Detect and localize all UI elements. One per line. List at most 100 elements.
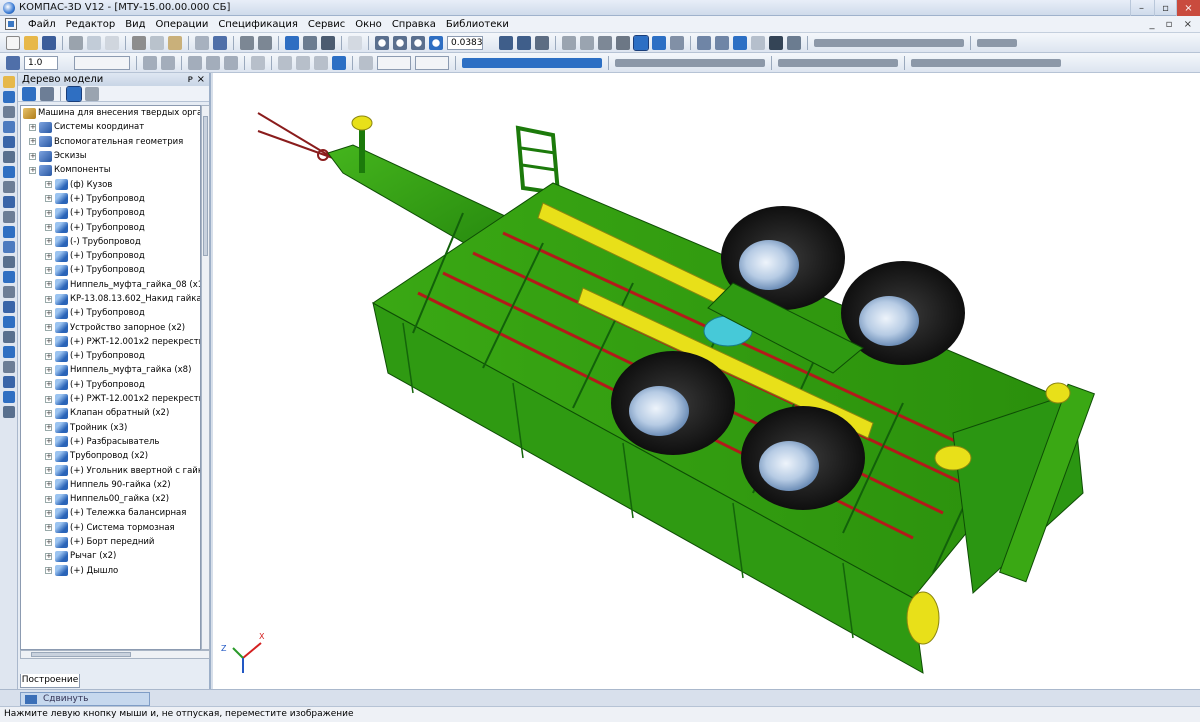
tree-section-item[interactable]: + Вспомогательная геометрия (21, 135, 200, 149)
help-pointer-icon[interactable] (348, 35, 362, 50)
close-button[interactable]: × (1176, 0, 1200, 16)
print-icon[interactable] (69, 35, 83, 50)
menu-operations[interactable]: Операции (150, 16, 213, 33)
tree-toggle-icon[interactable] (733, 35, 747, 50)
tree-component-item[interactable]: + Устройство запорное (х2) (21, 320, 200, 334)
gears-panel-icon[interactable] (3, 361, 15, 373)
zoom-in-icon[interactable] (393, 35, 407, 50)
no-hidden-icon[interactable] (616, 35, 630, 50)
line-width-input[interactable]: 1.0 (24, 55, 58, 70)
variables-icon[interactable] (303, 35, 317, 50)
tree-component-item[interactable]: + Ниппель_муфта_гайка (х8) (21, 363, 200, 377)
dimension-tools-icons[interactable] (778, 58, 898, 67)
expand-toggle-icon[interactable]: + (45, 438, 52, 446)
paste-icon[interactable] (168, 35, 182, 50)
tree-component-item[interactable]: + Ниппель 90-гайка (х2) (21, 478, 200, 492)
tree-component-item[interactable]: + (ф) Кузов (21, 177, 200, 191)
snap-toolbar-icons[interactable] (814, 38, 964, 47)
tree-component-item[interactable]: + (+) Трубопровод (21, 306, 200, 320)
hidden-lines-icon[interactable] (580, 35, 594, 50)
pipes-panel-icon[interactable] (3, 241, 15, 253)
tree-component-item[interactable]: + (+) Трубопровод (21, 378, 200, 392)
expand-toggle-icon[interactable]: + (29, 166, 36, 174)
tree-section-item[interactable]: + Эскизы (21, 149, 200, 163)
expand-toggle-icon[interactable]: + (45, 495, 52, 503)
tree-structure-icon[interactable] (22, 86, 36, 101)
section-icon[interactable] (751, 35, 765, 50)
expand-toggle-icon[interactable]: + (45, 324, 52, 332)
spec-panel-icon[interactable] (3, 181, 15, 193)
pin-icon[interactable]: ᴘ (188, 73, 193, 86)
tree-component-item[interactable]: + (+) Тележка балансирная (21, 506, 200, 520)
menu-service[interactable]: Сервис (303, 16, 350, 33)
zoom-input[interactable]: 0.0383 (447, 35, 483, 50)
menu-view[interactable]: Вид (120, 16, 150, 33)
state-icon[interactable] (161, 55, 175, 70)
tree-filter-icon[interactable] (66, 85, 82, 102)
clip-icon[interactable] (224, 55, 238, 70)
auxiliary-panel-icon[interactable] (3, 121, 15, 133)
document-icon[interactable] (5, 18, 17, 30)
line-width-dropdown-arrow-icon[interactable] (62, 56, 70, 70)
doc-window-controls[interactable]: _ ▫ × (1149, 16, 1196, 33)
tree-component-item[interactable]: + (+) РЖТ-12.001х2 перекрестие (21, 335, 200, 349)
tree-component-item[interactable]: + (+) Угольник ввертной с гайкс (21, 463, 200, 477)
expand-toggle-icon[interactable]: + (29, 138, 36, 146)
grid-icon[interactable] (251, 55, 265, 70)
tree-section-item[interactable]: + Компоненты (21, 163, 200, 177)
expand-toggle-icon[interactable]: + (45, 309, 52, 317)
filters-panel-icon[interactable] (3, 166, 15, 178)
shaded-edges-icon[interactable] (652, 35, 666, 50)
tree-settings-icon[interactable] (85, 86, 99, 101)
tree-component-item[interactable]: + Клапан обратный (х2) (21, 406, 200, 420)
tab-construction[interactable]: Построение (20, 674, 80, 688)
filter-icon[interactable] (697, 35, 711, 50)
edit-panel-icon[interactable] (3, 91, 15, 103)
edit-tools-icons[interactable] (911, 58, 1061, 67)
expand-toggle-icon[interactable]: + (45, 295, 52, 303)
expand-toggle-icon[interactable]: + (45, 538, 52, 546)
menu-help[interactable]: Справка (387, 16, 441, 33)
thin-hidden-icon[interactable] (598, 35, 612, 50)
tree-component-item[interactable]: + (+) Разбрасыватель (21, 435, 200, 449)
redo-icon[interactable] (258, 35, 272, 50)
shafts-panel-icon[interactable] (3, 346, 15, 358)
measure-panel-icon[interactable] (3, 151, 15, 163)
holes-panel-icon[interactable] (3, 316, 15, 328)
tree-component-item[interactable]: + (+) Трубопровод (21, 263, 200, 277)
curve-tools-icons[interactable] (615, 58, 765, 67)
tree-component-item[interactable]: + (+) Дышло (21, 564, 200, 578)
undo-icon[interactable] (240, 35, 254, 50)
expand-toggle-icon[interactable]: + (45, 281, 52, 289)
expand-toggle-icon[interactable]: + (45, 409, 52, 417)
expand-toggle-icon[interactable]: + (45, 238, 52, 246)
model-viewport[interactable]: Z X (213, 73, 1200, 689)
expand-toggle-icon[interactable]: + (29, 152, 36, 160)
tree-component-item[interactable]: + (+) РЖТ-12.001х2 перекрестие (21, 392, 200, 406)
tree-component-item[interactable]: + (+) Трубопровод (21, 220, 200, 234)
elements-panel-icon[interactable] (3, 211, 15, 223)
coord-x-input[interactable] (377, 55, 411, 70)
menu-specification[interactable]: Спецификация (213, 16, 303, 33)
zoom-scale-icon[interactable] (429, 35, 443, 50)
maximize-button[interactable]: ▫ (1154, 0, 1176, 16)
snap-active-icon[interactable] (332, 55, 346, 70)
expand-toggle-icon[interactable]: + (45, 481, 52, 489)
selection-icon[interactable] (715, 35, 729, 50)
function-icon[interactable] (321, 35, 335, 50)
expand-toggle-icon[interactable]: + (45, 252, 52, 260)
assembly-panel-icon[interactable] (3, 271, 15, 283)
format-icon[interactable] (195, 35, 209, 50)
menu-editor[interactable]: Редактор (61, 16, 121, 33)
tree-component-item[interactable]: + (+) Трубопровод (21, 192, 200, 206)
preview-icon[interactable] (87, 35, 101, 50)
tree-component-item[interactable]: + Трубопровод (х2) (21, 449, 200, 463)
parameters-icon[interactable] (769, 35, 783, 50)
layer-icon[interactable] (143, 55, 157, 70)
sheet-panel-icon[interactable] (3, 226, 15, 238)
expand-toggle-icon[interactable]: + (45, 352, 52, 360)
zoom-frame-icon[interactable] (375, 35, 389, 50)
shaded-icon[interactable] (633, 34, 649, 51)
expand-toggle-icon[interactable]: + (45, 338, 52, 346)
zoom-out-icon[interactable] (411, 35, 425, 50)
